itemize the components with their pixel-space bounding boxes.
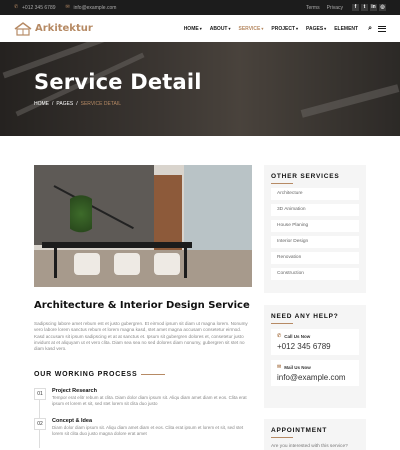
other-services-title: OTHER SERVICES bbox=[271, 173, 340, 180]
search-icon[interactable]: ⌕ bbox=[368, 25, 372, 33]
service-image bbox=[34, 165, 252, 287]
chevron-down-icon: ▾ bbox=[261, 26, 264, 31]
chevron-down-icon: ▾ bbox=[296, 26, 299, 31]
breadcrumb-home[interactable]: HOME bbox=[34, 101, 49, 107]
help-panel: NEED ANY HELP? ✆ Call Us Now +012 345 678… bbox=[264, 305, 366, 408]
call-number: +012 345 6789 bbox=[277, 342, 331, 351]
page-title: Service Detail bbox=[34, 70, 202, 94]
step-title: Project Research bbox=[52, 388, 97, 394]
top-bar: ✆ +012 345 6789 ✉ info@example.com Terms P… bbox=[0, 0, 400, 15]
mail-address: info@example.com bbox=[277, 373, 346, 382]
process-step: 01 Project Research Tempor erat elitr re… bbox=[34, 388, 252, 418]
breadcrumb-current: SERVICE DETAIL bbox=[80, 101, 122, 107]
help-title: NEED ANY HELP? bbox=[271, 313, 339, 320]
house-logo-icon bbox=[14, 21, 32, 36]
nav-about[interactable]: ABOUT ▾ bbox=[210, 26, 231, 32]
nav-pages[interactable]: PAGES ▾ bbox=[306, 26, 326, 32]
step-number: 01 bbox=[34, 388, 46, 400]
phone-icon: ✆ bbox=[14, 4, 19, 10]
nav-service[interactable]: SERVICE ▾ bbox=[239, 26, 264, 32]
envelope-icon: ✉ bbox=[277, 364, 282, 370]
step-title: Concept & Idea bbox=[52, 418, 93, 424]
service-link-architecture[interactable]: Architecture bbox=[271, 188, 359, 200]
terms-link[interactable]: Terms bbox=[306, 5, 320, 11]
twitter-icon[interactable]: t bbox=[361, 4, 368, 11]
service-link-house-planing[interactable]: House Planing bbox=[271, 220, 359, 232]
chevron-down-icon: ▾ bbox=[324, 26, 327, 31]
appointment-title: APPOINTMENT bbox=[271, 427, 328, 434]
call-box[interactable]: ✆ Call Us Now +012 345 6789 bbox=[271, 329, 359, 355]
process-step: 02 Concept & Idea Diam dolor diam ipsum … bbox=[34, 418, 252, 448]
privacy-link[interactable]: Privacy bbox=[327, 5, 343, 11]
linkedin-icon[interactable]: in bbox=[370, 4, 377, 11]
appointment-panel: APPOINTMENT Are you interested with this… bbox=[264, 419, 366, 450]
hero-banner: Service Detail HOME / PAGES / SERVICE DE… bbox=[0, 42, 400, 136]
topbar-phone[interactable]: ✆ +012 345 6789 bbox=[14, 5, 56, 11]
service-title: Architecture & Interior Design Service bbox=[34, 300, 250, 311]
chevron-down-icon: ▾ bbox=[228, 26, 231, 31]
step-description: Tempor erat elitr rebum at clita. Diam d… bbox=[52, 395, 247, 406]
appointment-text: Are you interested with this service? bbox=[271, 444, 348, 449]
service-link-construction[interactable]: Construction bbox=[271, 268, 359, 280]
service-link-interior-design[interactable]: Interior Design bbox=[271, 236, 359, 248]
step-number: 02 bbox=[34, 418, 46, 430]
brand-logo[interactable]: Arkitektur bbox=[14, 21, 93, 36]
breadcrumb: HOME / PAGES / SERVICE DETAIL bbox=[34, 101, 122, 107]
navbar: Arkitektur HOME ▾ ABOUT ▾ SERVICE ▾ PROJECT… bbox=[0, 15, 400, 42]
menu-icon[interactable] bbox=[378, 25, 386, 32]
step-description: Diam dolor diam ipsum sit. Aliqu diam am… bbox=[52, 425, 244, 436]
topbar-email[interactable]: ✉ info@example.com bbox=[66, 5, 117, 11]
nav-element[interactable]: ELEMENT bbox=[334, 26, 358, 32]
breadcrumb-pages[interactable]: PAGES bbox=[56, 101, 73, 107]
service-description: Sadipscing labore amet rebum est et just… bbox=[34, 321, 248, 352]
facebook-icon[interactable]: f bbox=[352, 4, 359, 11]
phone-icon: ✆ bbox=[277, 333, 282, 339]
nav-project[interactable]: PROJECT ▾ bbox=[271, 26, 298, 32]
chevron-down-icon: ▾ bbox=[199, 26, 202, 31]
envelope-icon: ✉ bbox=[65, 4, 70, 10]
service-link-renovation[interactable]: Renovation bbox=[271, 252, 359, 264]
brand-name: Arkitektur bbox=[35, 23, 93, 34]
service-link-3d-animation[interactable]: 3D Animation bbox=[271, 204, 359, 216]
nav-home[interactable]: HOME ▾ bbox=[184, 26, 202, 32]
process-heading: OUR WORKING PROCESS bbox=[34, 371, 166, 378]
instagram-icon[interactable]: ◎ bbox=[379, 4, 386, 11]
mail-box[interactable]: ✉ Mail Us Now info@example.com bbox=[271, 360, 359, 386]
other-services-panel: OTHER SERVICES Architecture 3D Animation… bbox=[264, 165, 366, 293]
